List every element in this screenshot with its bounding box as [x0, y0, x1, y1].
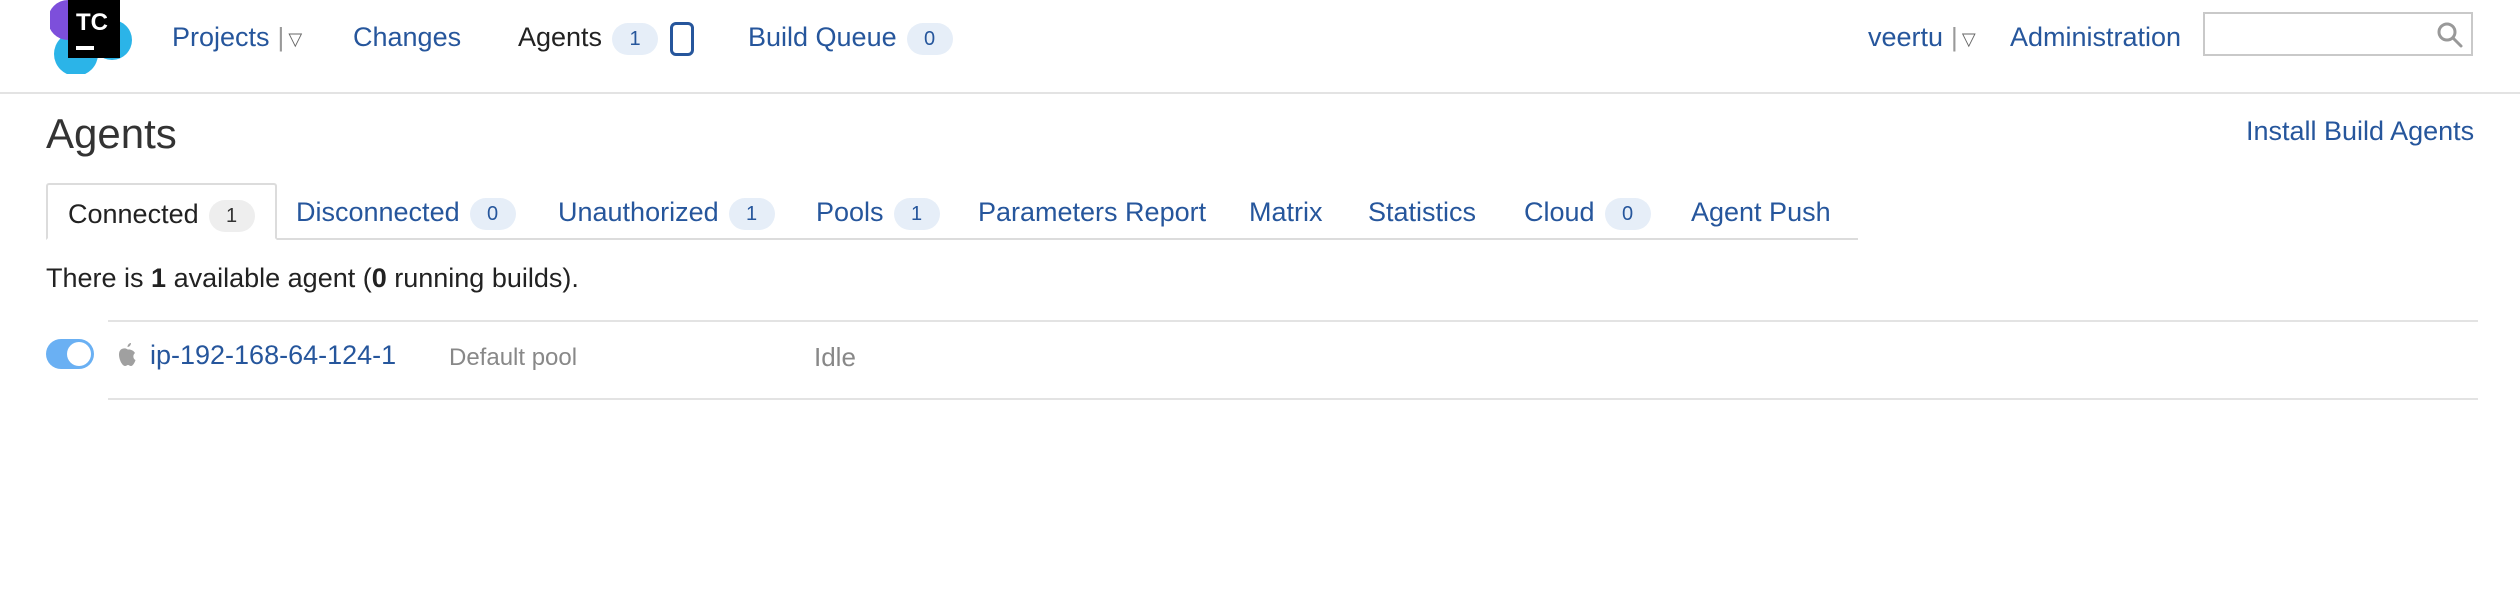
search-input[interactable]: [2211, 14, 2425, 54]
teamcity-logo[interactable]: TC: [50, 0, 134, 74]
nav-agents[interactable]: Agents 1: [518, 20, 695, 56]
nav-build-queue-label[interactable]: Build Queue: [748, 22, 897, 52]
agent-name-link[interactable]: ip-192-168-64-124-1: [150, 340, 396, 371]
separator: |: [1951, 22, 1958, 52]
nav-agents-label[interactable]: Agents: [518, 22, 602, 52]
agent-pool-label: Default pool: [449, 344, 578, 371]
tab-unauthorized[interactable]: Unauthorized 1: [558, 183, 775, 240]
tab-label: Unauthorized: [558, 197, 719, 227]
user-name[interactable]: veertu: [1868, 22, 1943, 52]
nav-projects-label[interactable]: Projects: [172, 22, 270, 52]
tab-label: Disconnected: [296, 197, 460, 227]
nav-administration[interactable]: Administration: [2010, 20, 2181, 54]
tab-count-badge: 1: [728, 197, 775, 230]
tab-count-badge: 1: [893, 197, 940, 230]
tab-label: Pools: [816, 197, 884, 227]
tab-label: Cloud: [1524, 197, 1595, 227]
tab-count-badge: 1: [208, 199, 255, 232]
agent-pool-box-icon[interactable]: [670, 21, 695, 56]
summary-prefix: There is: [46, 263, 152, 293]
agents-tabs: Connected 1 Disconnected 0 Unauthorized 1 P…: [46, 183, 1858, 240]
tab-cloud[interactable]: Cloud 0: [1524, 183, 1651, 240]
tab-parameters-report[interactable]: Parameters Report: [978, 183, 1206, 240]
search-icon[interactable]: [2435, 20, 2465, 50]
tab-connected[interactable]: Connected 1: [46, 183, 277, 240]
separator: |: [277, 22, 285, 52]
tab-count-badge: 0: [469, 197, 516, 230]
install-build-agents-link[interactable]: Install Build Agents: [2246, 116, 2474, 147]
toggle-knob: [67, 342, 91, 366]
chevron-down-icon[interactable]: ▽: [1962, 22, 1976, 56]
tab-agent-push[interactable]: Agent Push: [1691, 183, 1831, 240]
user-menu[interactable]: veertu | ▽: [1868, 20, 1976, 56]
agents-count-badge: 1: [612, 22, 659, 55]
search-box[interactable]: [2203, 12, 2473, 56]
logo-text: TC: [76, 9, 108, 36]
tab-label: Parameters Report: [978, 197, 1207, 227]
nav-projects[interactable]: Projects | ▽: [172, 20, 302, 56]
tab-label: Matrix: [1249, 197, 1323, 227]
apple-icon: [119, 343, 136, 366]
tab-label: Statistics: [1368, 197, 1477, 227]
summary-suffix: running builds).: [386, 263, 579, 293]
build-queue-count-badge: 0: [906, 22, 953, 55]
tab-matrix[interactable]: Matrix: [1249, 183, 1323, 240]
nav-changes-label[interactable]: Changes: [353, 22, 461, 52]
top-header: TC Projects | ▽ Changes Agents 1 Build Queu…: [0, 0, 2520, 94]
tab-statistics[interactable]: Statistics: [1368, 183, 1476, 240]
available-count: 1: [151, 263, 167, 293]
tab-label: Agent Push: [1691, 197, 1831, 227]
agent-enabled-toggle[interactable]: [46, 339, 94, 369]
chevron-down-icon[interactable]: ▽: [288, 22, 302, 56]
page-title: Agents: [46, 110, 177, 157]
tab-disconnected[interactable]: Disconnected 0: [296, 183, 516, 240]
agents-summary: There is 1 available agent (0 running bu…: [46, 263, 579, 294]
tab-pools[interactable]: Pools 1: [816, 183, 940, 240]
nav-build-queue[interactable]: Build Queue 0: [748, 20, 953, 55]
summary-middle: available agent (: [166, 263, 372, 293]
running-count: 0: [371, 263, 387, 293]
agent-status: Idle: [814, 342, 856, 372]
nav-changes[interactable]: Changes: [353, 20, 461, 54]
tab-label: Connected: [68, 199, 199, 229]
nav-administration-label[interactable]: Administration: [2010, 22, 2181, 52]
tab-count-badge: 0: [1604, 197, 1651, 230]
